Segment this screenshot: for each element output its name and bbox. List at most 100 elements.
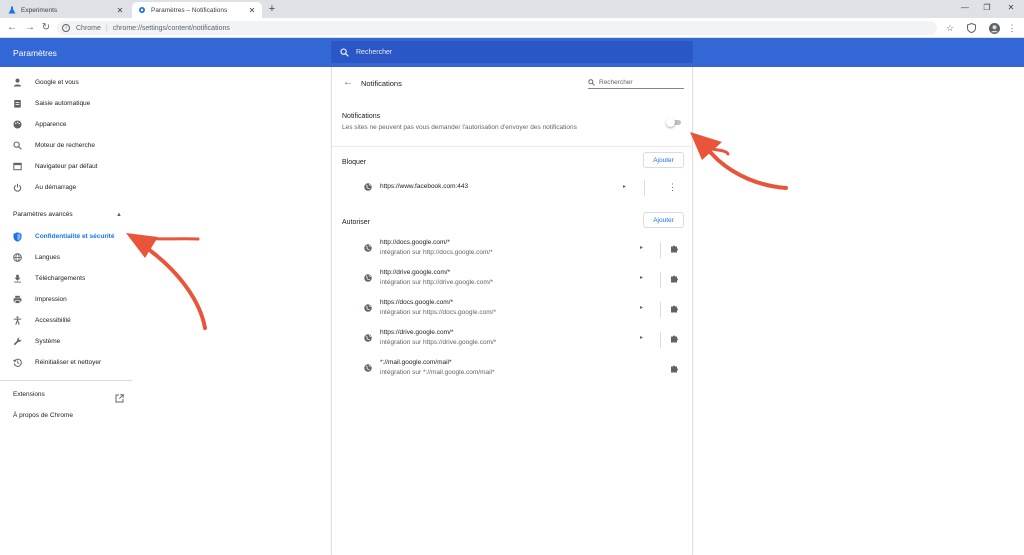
search-icon [340, 47, 349, 57]
forward-button[interactable]: → [24, 22, 36, 34]
site-details-arrow-icon[interactable]: ▸ [640, 304, 643, 311]
sidebar-divider [0, 380, 132, 381]
sidebar-item-impression[interactable]: Impression [0, 289, 135, 310]
row-divider [660, 242, 661, 258]
back-arrow-icon[interactable]: ← [343, 77, 353, 88]
reload-button[interactable]: ↻ [40, 22, 52, 34]
sidebar-item-label: Confidentialité et sécurité [35, 233, 115, 240]
globe-icon [364, 274, 372, 282]
allowed-site-row[interactable]: http://docs.google.com/* intégration sur… [332, 235, 692, 265]
site-details-arrow-icon[interactable]: ▸ [640, 244, 643, 251]
browser-icon [12, 162, 22, 172]
toggle-knob [666, 118, 675, 127]
sidebar-item-google-et-vous[interactable]: Google et vous [0, 72, 135, 93]
caret-up-icon[interactable]: ▲ [116, 212, 122, 218]
open-in-new-icon[interactable] [115, 390, 124, 403]
site-url: https://www.facebook.com:443 [380, 183, 469, 190]
blocked-site-row[interactable]: https://www.facebook.com:443 ▸ ⋮ [332, 177, 692, 199]
tab-experiments[interactable]: Experiments ✕ [2, 2, 130, 18]
globe-icon [364, 334, 372, 342]
allowed-site-row[interactable]: https://drive.google.com/* intégration s… [332, 325, 692, 355]
sidebar-item-navigateur-par-defaut[interactable]: Navigateur par défaut [0, 156, 135, 177]
globe-icon [364, 183, 372, 191]
tab-settings-notifications[interactable]: Paramètres – Notifications ✕ [132, 2, 262, 18]
notifications-toggle[interactable] [666, 118, 682, 127]
allowed-site-row[interactable]: https://docs.google.com/* intégration su… [332, 295, 692, 325]
menu-kebab-icon[interactable]: ⋮ [1006, 22, 1018, 34]
sidebar-item-systeme[interactable]: Système [0, 331, 135, 352]
sidebar-item-telechargements[interactable]: Téléchargements [0, 268, 135, 289]
new-tab-button[interactable]: + [266, 3, 278, 15]
notifications-setting-title: Notifications [342, 113, 381, 120]
sidebar-item-label: Au démarrage [35, 184, 77, 191]
sidebar-item-reinitialiser-et-nettoyer[interactable]: Réinitialiser et nettoyer [0, 352, 135, 373]
omnibox-scheme: Chrome [76, 24, 101, 32]
settings-search-bar[interactable]: Rechercher [331, 41, 693, 63]
gear-icon [138, 6, 146, 14]
sidebar-item-accessibilite[interactable]: Accessibilité [0, 310, 135, 331]
add-allowed-site-button[interactable]: Ajouter [643, 212, 684, 228]
sidebar-item-saisie-automatique[interactable]: Saisie automatique [0, 93, 135, 114]
close-tab-icon[interactable]: ✕ [116, 6, 124, 15]
sidebar-item-label: Moteur de recherche [35, 142, 95, 149]
palette-icon [12, 120, 22, 130]
globe-icon [364, 364, 372, 372]
flask-icon [8, 6, 16, 14]
omnibox-url[interactable]: chrome://settings/content/notifications [113, 25, 230, 32]
close-tab-icon[interactable]: ✕ [248, 6, 256, 15]
address-bar[interactable]: i Chrome | chrome://settings/content/not… [57, 21, 937, 35]
globe-icon [364, 244, 372, 252]
back-button[interactable]: ← [6, 22, 18, 34]
puzzle-extension-icon [671, 335, 678, 343]
more-actions-icon[interactable]: ⋮ [668, 183, 677, 192]
page-title: Notifications [361, 79, 402, 88]
puzzle-extension-icon [671, 245, 678, 253]
site-embedding: intégration sur http://drive.google.com/… [380, 279, 494, 286]
maximize-button[interactable]: ❐ [980, 2, 994, 14]
row-divider [660, 302, 661, 318]
shield-icon[interactable] [965, 22, 977, 34]
allowed-site-row[interactable]: *://mail.google.com/mail* intégration su… [332, 355, 692, 385]
sidebar-item-au-demarrage[interactable]: Au démarrage [0, 177, 135, 198]
minimize-button[interactable]: — [958, 2, 972, 14]
site-embedding: intégration sur *://mail.google.com/mail… [380, 369, 495, 376]
site-url: https://drive.google.com/* [380, 329, 454, 336]
sidebar-item-extensions[interactable]: Extensions [13, 391, 45, 398]
sidebar-item-langues[interactable]: Langues [0, 247, 135, 268]
site-url: https://docs.google.com/* [380, 299, 453, 306]
sidebar-item-label: Saisie automatique [35, 100, 91, 107]
section-divider [332, 146, 692, 147]
avatar-icon[interactable] [988, 22, 1000, 34]
row-divider [660, 272, 661, 288]
power-icon [12, 183, 22, 193]
sidebar-item-label: Système [35, 338, 61, 345]
advanced-section-toggle[interactable]: Paramètres avancés [13, 211, 73, 218]
globe-icon [12, 253, 22, 263]
sidebar-item-moteur-de-recherche[interactable]: Moteur de recherche [0, 135, 135, 156]
history-icon [12, 358, 22, 368]
add-blocked-site-button[interactable]: Ajouter [643, 152, 684, 168]
site-details-arrow-icon[interactable]: ▸ [640, 274, 643, 281]
sidebar-item-a-propos[interactable]: À propos de Chrome [13, 412, 73, 419]
clipboard-icon [12, 99, 22, 109]
site-details-arrow-icon[interactable]: ▸ [623, 183, 626, 190]
site-embedding: intégration sur https://drive.google.com… [380, 339, 497, 346]
tab-strip: Experiments ✕ Paramètres – Notifications… [0, 0, 1024, 18]
search-icon [588, 79, 595, 86]
site-search-input[interactable]: Rechercher [588, 77, 684, 89]
browser-toolbar: ← → ↻ i Chrome | chrome://settings/conte… [0, 18, 1024, 38]
close-window-button[interactable]: ✕ [1004, 2, 1018, 14]
person-icon [12, 78, 22, 88]
site-embedding: intégration sur http://docs.google.com/* [380, 249, 493, 256]
site-details-arrow-icon[interactable]: ▸ [640, 334, 643, 341]
sidebar-item-label: Accessibilité [35, 317, 71, 324]
card-header: ← Notifications Rechercher [332, 67, 692, 99]
site-info-icon[interactable]: i [62, 24, 70, 32]
sidebar-item-apparence[interactable]: Apparence [0, 114, 135, 135]
sidebar-item-label: Langues [35, 254, 60, 261]
sidebar-item-confidentialite-et-securite[interactable]: Confidentialité et sécurité [0, 226, 135, 247]
bookmark-star-icon[interactable]: ☆ [944, 22, 956, 34]
allowed-site-row[interactable]: http://drive.google.com/* intégration su… [332, 265, 692, 295]
sidebar-item-label: Google et vous [35, 79, 79, 86]
settings-search-placeholder: Rechercher [356, 48, 393, 56]
